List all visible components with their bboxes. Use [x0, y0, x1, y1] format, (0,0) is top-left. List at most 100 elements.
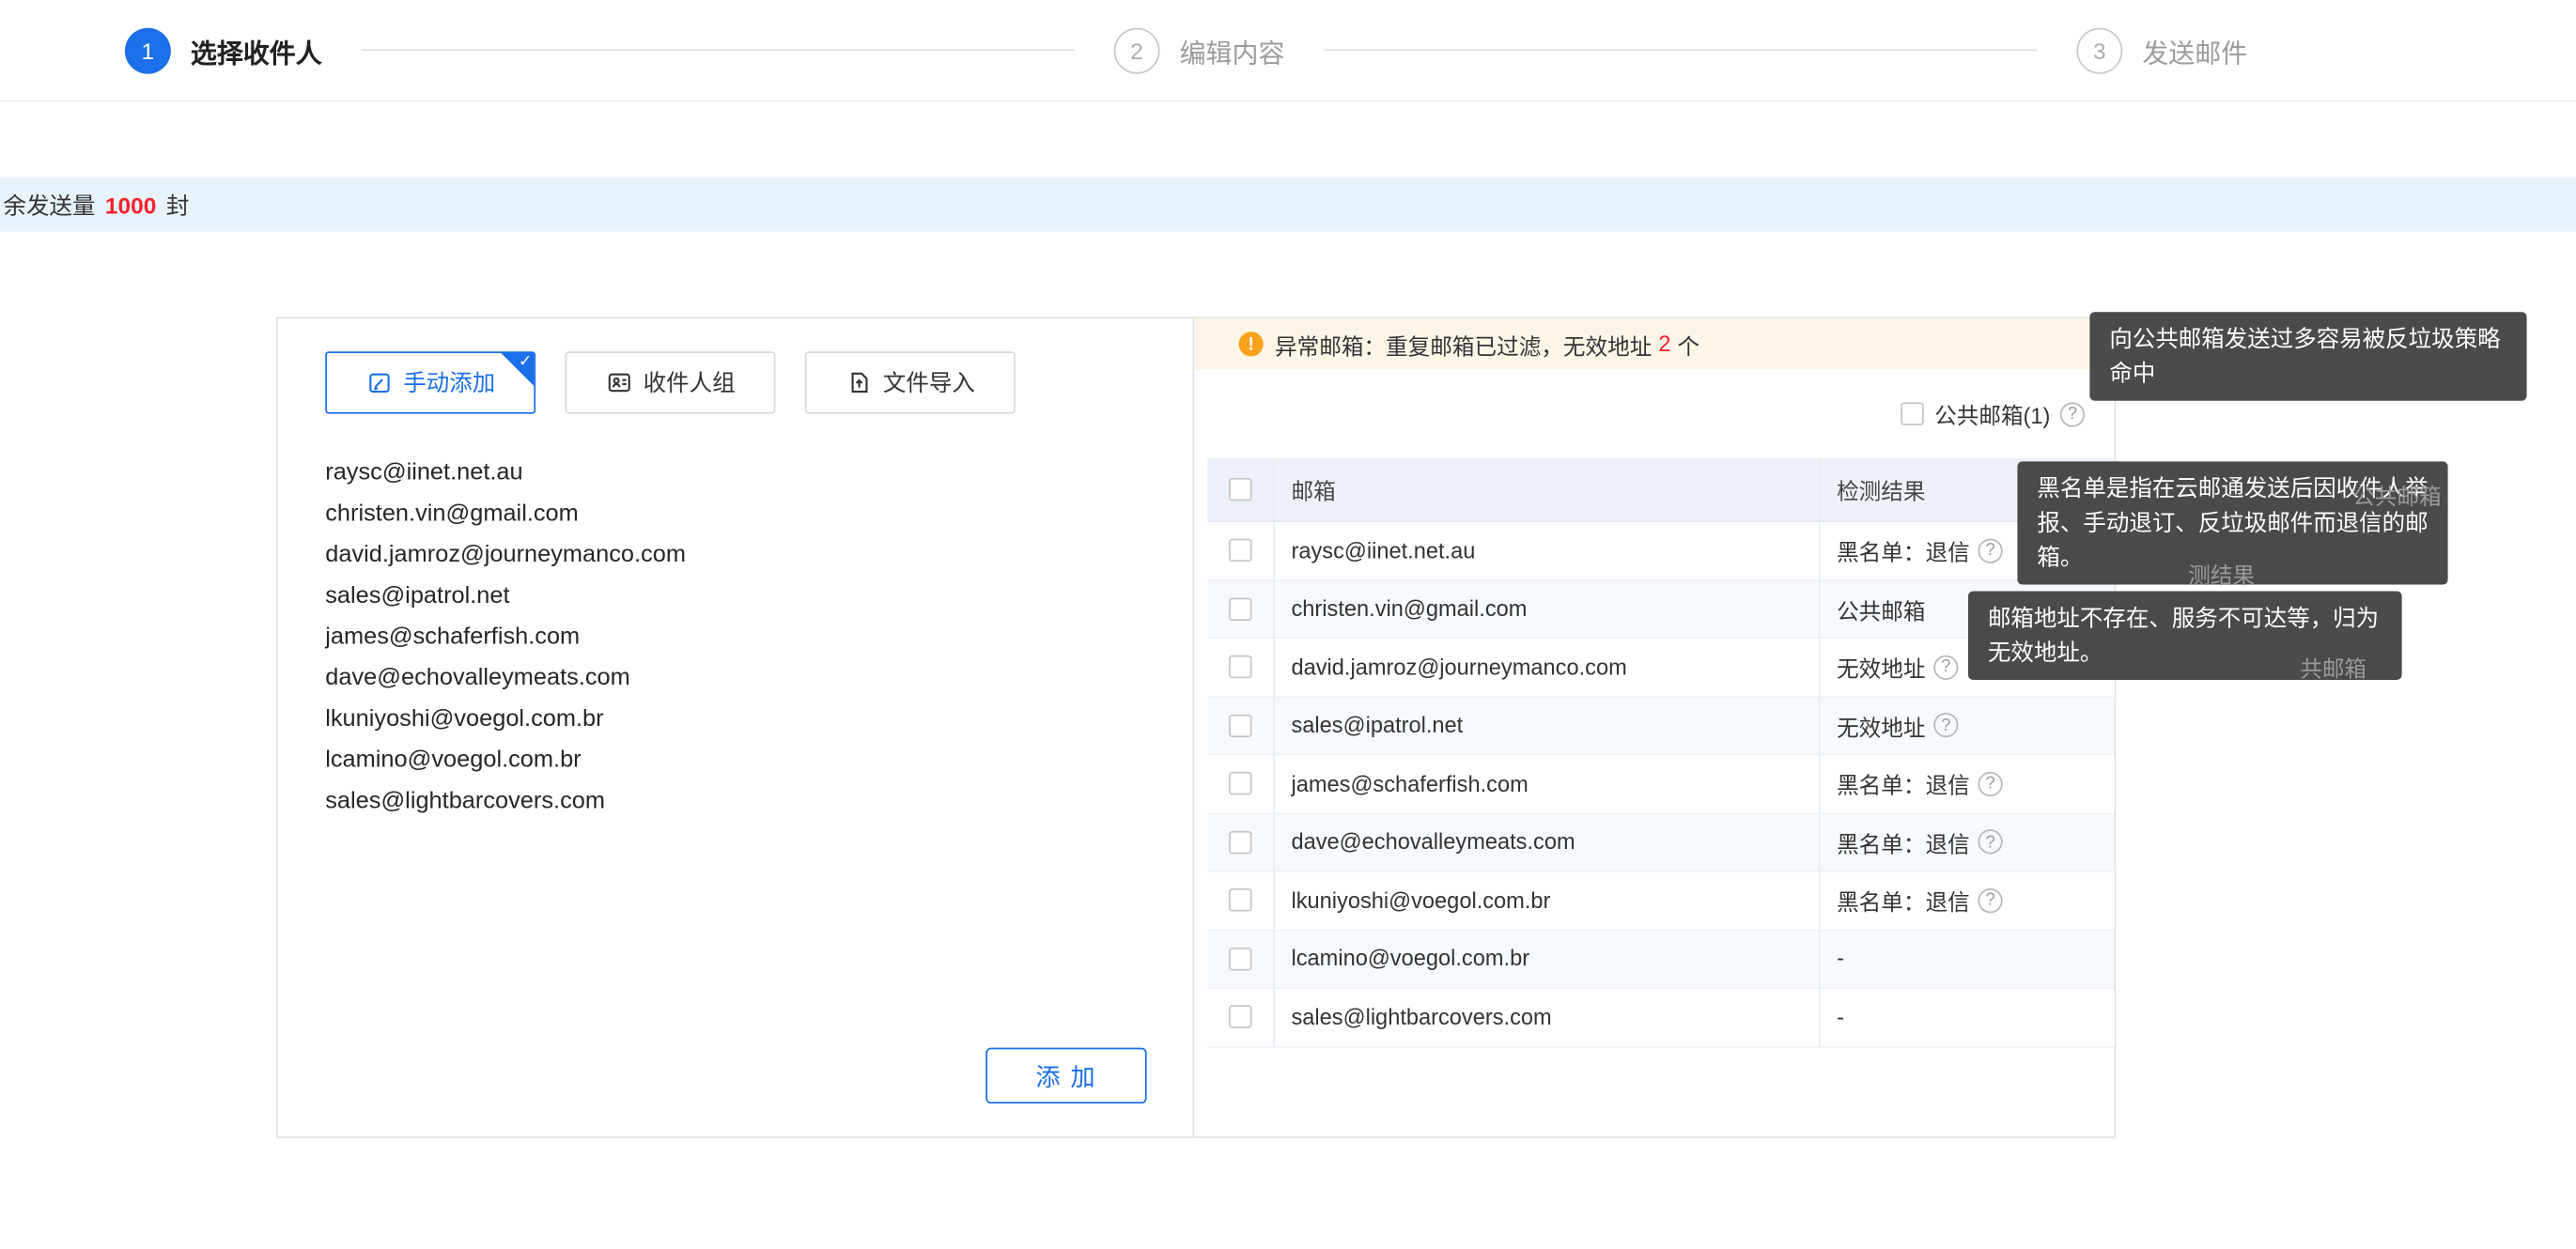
row-checkbox[interactable]	[1229, 714, 1251, 736]
recipient-email-line: lkuniyoshi@voegol.com.br	[325, 700, 1145, 741]
warning-icon	[1239, 332, 1264, 356]
step-number-badge: 1	[125, 27, 171, 73]
help-icon[interactable]	[1933, 713, 1958, 737]
recipient-email-line: lcamino@voegol.com.br	[325, 741, 1145, 782]
table-row: dave@echovalleymeats.com 黑名单：退信	[1207, 813, 2114, 871]
manual-add-textarea[interactable]: raysc@iinet.net.au christen.vin@gmail.co…	[325, 454, 1145, 823]
table-row: lcamino@voegol.com.br -	[1207, 931, 2114, 989]
row-checkbox[interactable]	[1229, 539, 1251, 562]
result-text: 无效地址	[1837, 651, 1925, 684]
step-label: 发送邮件	[2142, 30, 2247, 69]
step-label: 选择收件人	[191, 30, 322, 69]
warning-suffix: 个	[1677, 328, 1699, 361]
result-text: 无效地址	[1837, 709, 1925, 742]
recipient-card: 手动添加 收件人组 文件导入 raysc@iinet.net.	[276, 317, 2117, 1138]
warning-prefix: 异常邮箱：重复邮箱已过滤，无效地址	[1275, 328, 1652, 361]
row-result: -	[1819, 931, 2115, 987]
help-icon[interactable]	[1978, 888, 2002, 913]
step-label: 编辑内容	[1180, 30, 1285, 69]
table-row: sales@lightbarcovers.com -	[1207, 989, 2114, 1047]
add-button[interactable]: 添 加	[985, 1048, 1146, 1103]
background-text-fragment: 共邮箱	[2300, 650, 2367, 683]
tab-label: 文件导入	[883, 366, 975, 399]
row-email: sales@lightbarcovers.com	[1273, 989, 1819, 1045]
recipient-email-line: david.jamroz@journeymanco.com	[325, 535, 1145, 577]
recipient-email-line: sales@ipatrol.net	[325, 577, 1145, 618]
recipient-email-line: sales@lightbarcovers.com	[325, 781, 1145, 823]
row-checkbox[interactable]	[1229, 597, 1251, 620]
tab-label: 手动添加	[403, 366, 495, 399]
help-icon[interactable]	[1978, 771, 2002, 795]
row-checkbox[interactable]	[1229, 1006, 1251, 1028]
tab-file-import[interactable]: 文件导入	[805, 351, 1016, 413]
row-result: 黑名单：退信	[1819, 755, 2115, 811]
stepper-connector	[1324, 49, 2037, 51]
row-checkbox[interactable]	[1229, 655, 1251, 678]
table-row: james@schaferfish.com 黑名单：退信	[1207, 755, 2114, 813]
step-number-badge: 3	[2076, 27, 2122, 73]
check-result-panel: 异常邮箱：重复邮箱已过滤，无效地址 2 个 公共邮箱(1) 邮箱 检测结果 ra…	[1194, 318, 2114, 1136]
result-text: 黑名单：退信	[1837, 825, 1970, 858]
recipient-email-line: raysc@iinet.net.au	[325, 454, 1145, 495]
row-result: 黑名单：退信	[1819, 813, 2115, 870]
row-checkbox[interactable]	[1229, 772, 1251, 794]
quota-suffix: 封	[166, 188, 189, 221]
wizard-stepper: 1 选择收件人 2 编辑内容 3 发送邮件	[0, 0, 2576, 101]
row-checkbox[interactable]	[1229, 888, 1251, 911]
stepper-connector	[362, 49, 1075, 51]
result-text: 公共邮箱	[1837, 593, 1925, 625]
table-row: lkuniyoshi@voegol.com.br 黑名单：退信	[1207, 872, 2114, 931]
table-header-row: 邮箱 检测结果	[1207, 458, 2114, 522]
help-icon[interactable]	[1978, 538, 2002, 563]
tab-recipient-group[interactable]: 收件人组	[566, 351, 776, 413]
help-icon[interactable]	[2060, 402, 2085, 426]
row-email: christen.vin@gmail.com	[1273, 580, 1819, 637]
row-result: 黑名单：退信	[1819, 872, 2115, 929]
add-method-tabs: 手动添加 收件人组 文件导入	[325, 351, 1192, 413]
result-text: 黑名单：退信	[1837, 534, 1970, 567]
add-recipients-panel: 手动添加 收件人组 文件导入 raysc@iinet.net.	[278, 318, 1195, 1136]
table-row: raysc@iinet.net.au 黑名单：退信	[1207, 522, 2114, 580]
help-icon[interactable]	[1933, 655, 1958, 679]
row-checkbox[interactable]	[1229, 948, 1251, 970]
step-send-mail: 3 发送邮件	[2076, 27, 2247, 73]
select-all-checkbox[interactable]	[1229, 478, 1251, 501]
background-text-fragment: 测结果	[2188, 557, 2255, 590]
recipient-email-line: dave@echovalleymeats.com	[325, 658, 1145, 700]
result-text: 黑名单：退信	[1837, 884, 1970, 917]
row-email: david.jamroz@journeymanco.com	[1273, 639, 1819, 695]
abnormal-warning-bar: 异常邮箱：重复邮箱已过滤，无效地址 2 个	[1194, 318, 2114, 369]
warning-count: 2	[1658, 332, 1670, 356]
result-text: 黑名单：退信	[1837, 767, 1970, 800]
table-row: sales@ipatrol.net 无效地址	[1207, 697, 2114, 755]
public-mailbox-label: 公共邮箱(1)	[1934, 397, 2050, 430]
row-email: james@schaferfish.com	[1273, 755, 1819, 811]
recipient-email-line: christen.vin@gmail.com	[325, 494, 1145, 535]
check-icon	[500, 351, 535, 387]
background-text-fragment: 公共邮箱	[2352, 478, 2441, 511]
column-header-email: 邮箱	[1273, 458, 1819, 520]
quota-count: 1000	[105, 192, 156, 218]
recipient-group-icon	[605, 369, 631, 395]
manual-add-icon	[365, 369, 392, 395]
tab-manual-add[interactable]: 手动添加	[325, 351, 535, 413]
step-number-badge: 2	[1114, 27, 1160, 73]
step-edit-content: 2 编辑内容	[1114, 27, 1285, 73]
tab-label: 收件人组	[644, 366, 736, 399]
step-select-recipients: 1 选择收件人	[125, 27, 322, 73]
row-email: lcamino@voegol.com.br	[1273, 931, 1819, 987]
row-email: raysc@iinet.net.au	[1273, 522, 1819, 578]
row-checkbox[interactable]	[1229, 830, 1251, 853]
page: 1 选择收件人 2 编辑内容 3 发送邮件 余发送量 1000 封	[0, 0, 2576, 1249]
result-text: -	[1837, 1005, 1844, 1029]
table-toolbar: 公共邮箱(1)	[1194, 369, 2114, 457]
row-email: dave@echovalleymeats.com	[1273, 813, 1819, 870]
row-result: -	[1819, 989, 2115, 1045]
file-import-icon	[846, 369, 872, 395]
help-icon[interactable]	[1978, 830, 2002, 855]
row-email: sales@ipatrol.net	[1273, 697, 1819, 753]
row-email: lkuniyoshi@voegol.com.br	[1273, 872, 1819, 929]
row-result: 无效地址	[1819, 697, 2115, 753]
quota-banner: 余发送量 1000 封	[0, 177, 2576, 232]
public-mailbox-checkbox[interactable]	[1900, 402, 1922, 424]
